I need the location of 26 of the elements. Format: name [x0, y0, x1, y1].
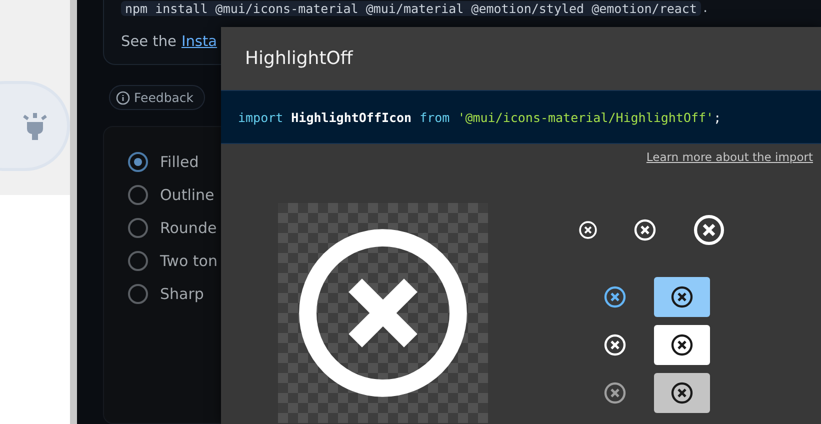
dialog-title: HighlightOff — [245, 48, 353, 69]
learn-more-link[interactable]: Learn more about the import — [646, 150, 813, 164]
radio-label: Outline — [160, 186, 214, 204]
radio-label: Sharp — [160, 285, 204, 303]
plug-icon — [21, 111, 49, 141]
circle-x-icon — [670, 333, 694, 357]
radio-label: Rounde — [160, 219, 217, 237]
radio-label: Two ton — [160, 252, 218, 270]
radio-button[interactable] — [128, 185, 148, 205]
radio-button[interactable] — [128, 218, 148, 238]
circle-x-icon — [670, 285, 694, 309]
radio-button[interactable] — [128, 284, 148, 304]
install-command: npm install @mui/icons-material @mui/material @emotion/styled @emotion/react — [121, 0, 701, 16]
small-circle-x-icon — [578, 220, 598, 240]
medium-circle-x-icon — [633, 218, 657, 242]
sentence-period: . — [702, 0, 708, 16]
radio-label: Filled — [160, 153, 199, 171]
radio-button[interactable] — [128, 152, 148, 172]
circle-x-icon — [670, 381, 694, 405]
info-icon — [116, 90, 130, 104]
radio-button[interactable] — [128, 251, 148, 271]
installation-link[interactable]: Insta — [181, 34, 218, 50]
import-code: import HighlightOffIcon from '@mui/icons-material/HighlightOff'; — [221, 90, 821, 144]
large-circle-x-icon — [692, 213, 726, 247]
see-text: See the — [121, 34, 176, 50]
feedback-button[interactable]: Feedback — [109, 85, 205, 110]
